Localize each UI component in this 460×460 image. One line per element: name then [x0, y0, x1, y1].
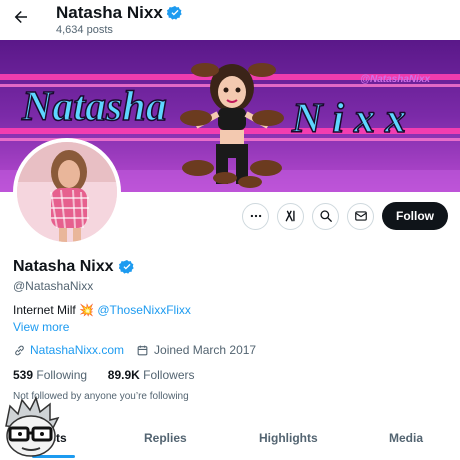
view-more-link[interactable]: View more	[13, 320, 69, 334]
calendar-icon	[137, 345, 148, 355]
link-icon	[15, 345, 24, 355]
more-button[interactable]	[242, 202, 269, 230]
profile-avatar[interactable]	[13, 138, 121, 246]
collision-emoji-icon: 💥	[79, 303, 94, 317]
post-count: 4,634 posts	[56, 24, 113, 36]
website-link[interactable]: NatashaNixx.com	[30, 343, 124, 357]
profile-meta: NatashaNixx.com Joined March 2017	[13, 343, 256, 357]
following-count: 539	[13, 368, 34, 382]
grok-button[interactable]	[277, 202, 304, 230]
search-button[interactable]	[312, 202, 339, 230]
search-icon	[319, 210, 332, 222]
banner-text-right: Nixx	[291, 96, 416, 142]
profile-bio: Internet Milf 💥 @ThoseNixxFlixx	[13, 303, 191, 317]
more-icon	[250, 214, 261, 218]
profile-actions: Follow	[242, 202, 448, 230]
arrow-left-icon	[14, 11, 27, 23]
message-icon	[354, 211, 367, 221]
profile-handle: @NatashaNixx	[13, 279, 94, 293]
top-bar: Natasha Nixx 4,634 posts	[0, 0, 460, 40]
joined-date: Joined March 2017	[154, 343, 257, 357]
bio-mention-link[interactable]: @ThoseNixxFlixx	[97, 303, 191, 317]
banner-handle: @NatashaNixx	[360, 74, 430, 85]
header-name: Natasha Nixx	[56, 3, 163, 22]
verified-badge-icon	[118, 260, 134, 274]
profile-tabs: Posts Replies Highlights Media	[0, 418, 460, 460]
tab-media[interactable]: Media	[389, 431, 423, 445]
follow-button[interactable]: Follow	[382, 202, 448, 230]
message-button[interactable]	[347, 202, 374, 230]
profile-name: Natasha Nixx	[13, 258, 114, 275]
following-label: Following	[36, 368, 88, 382]
followers-label: Followers	[143, 368, 195, 382]
profile-name-row: Natasha Nixx	[13, 258, 135, 276]
follow-stats: 539 Following 89.9K Followers	[13, 368, 195, 382]
following-stat[interactable]: 539 Following	[13, 368, 87, 382]
verified-badge-icon	[166, 6, 182, 20]
followers-count: 89.9K	[107, 368, 140, 382]
header-title: Natasha Nixx	[56, 3, 183, 23]
avatar-photo	[17, 142, 117, 242]
grok-icon	[285, 210, 295, 222]
followers-stat[interactable]: 89.9K Followers	[108, 368, 195, 382]
mascot-watermark	[5, 396, 60, 457]
back-button[interactable]	[8, 4, 34, 30]
banner-text-left: Natasha	[21, 84, 167, 130]
tab-replies[interactable]: Replies	[144, 431, 187, 445]
bio-text: Internet Milf	[13, 303, 76, 317]
tab-highlights[interactable]: Highlights	[259, 431, 318, 445]
